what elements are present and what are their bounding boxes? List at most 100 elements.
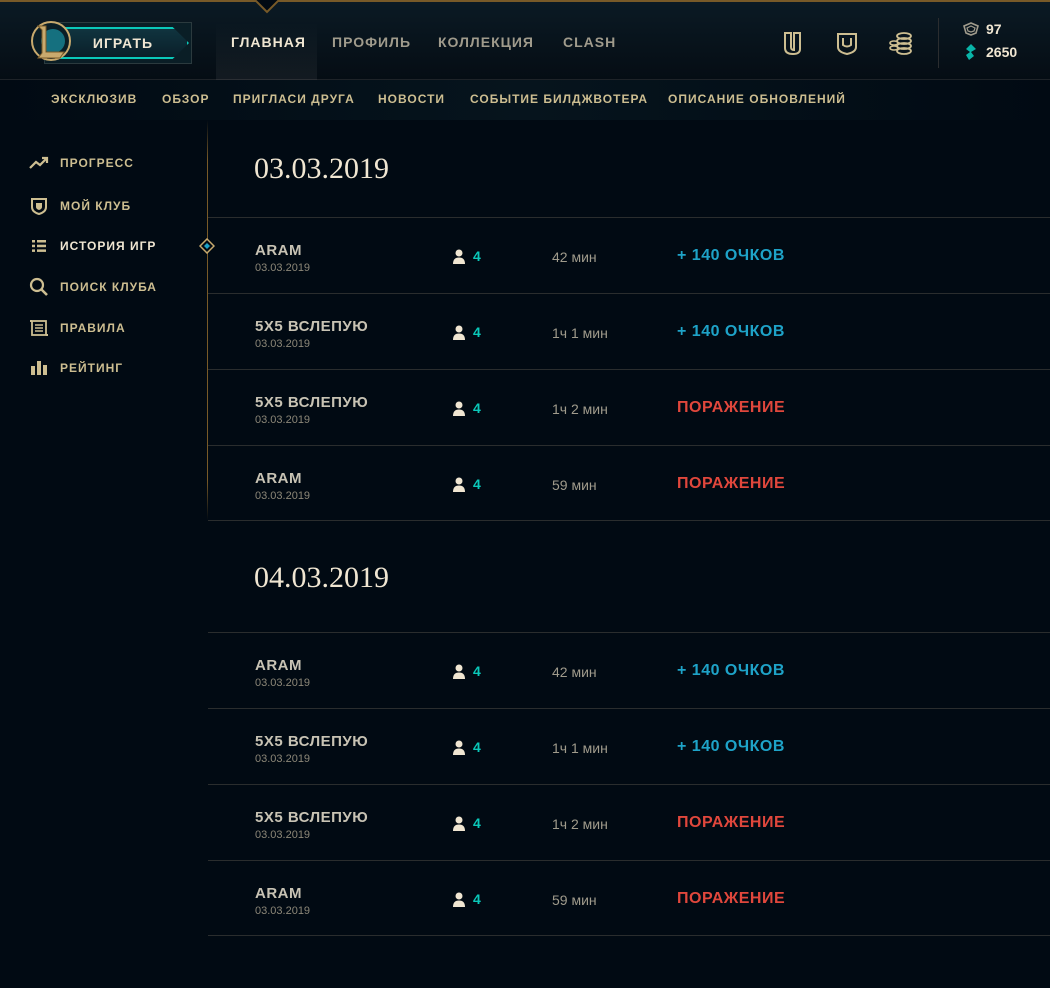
subnav-overview[interactable]: ОБЗОР <box>162 92 210 106</box>
player-icon <box>453 740 465 755</box>
tab-profile[interactable]: ПРОФИЛЬ <box>332 22 411 82</box>
orange-essence-display[interactable]: 97 <box>962 21 1002 37</box>
blue-essence-display[interactable]: 2650 <box>962 43 1017 61</box>
match-players: 4 <box>452 663 481 679</box>
tab-home[interactable]: ГЛАВНАЯ <box>216 22 317 82</box>
match-result: + 140 ОЧКОВ <box>677 738 785 755</box>
match-row[interactable]: 5X5 ВСЛЕПУЮ 03.03.2019 4 1ч 2 мин ПОРАЖЕ… <box>208 369 1050 445</box>
match-duration: 42 мин <box>552 664 597 680</box>
store-coins-icon[interactable] <box>888 30 914 56</box>
subnav-news[interactable]: НОВОСТИ <box>378 92 445 106</box>
tab-clash-label: CLASH <box>563 34 617 50</box>
match-mode: 5X5 ВСЛЕПУЮ <box>255 733 369 750</box>
sidebar-item-label: ПРОГРЕСС <box>60 156 134 170</box>
match-date: 03.03.2019 <box>255 414 311 426</box>
match-duration: 59 мин <box>552 477 597 493</box>
top-navigation-bar: ИГРАТЬ ГЛАВНАЯ ПРОФИЛЬ КОЛЛЕКЦИЯ CLASH 9… <box>0 0 1050 82</box>
match-players-count: 4 <box>473 891 481 907</box>
match-players-count: 4 <box>473 739 481 755</box>
match-players: 4 <box>452 739 481 755</box>
blue-essence-icon <box>966 44 976 60</box>
match-row[interactable]: ARAM 03.03.2019 4 59 мин ПОРАЖЕНИЕ <box>208 860 1050 936</box>
match-duration: 1ч 2 мин <box>552 401 608 417</box>
match-row[interactable]: ARAM 03.03.2019 4 42 мин + 140 ОЧКОВ <box>208 217 1050 293</box>
date-heading: 04.03.2019 <box>254 561 389 594</box>
search-icon <box>28 276 50 298</box>
player-icon <box>453 892 465 907</box>
honor-shield-icon[interactable] <box>780 30 806 56</box>
match-history-list: 03.03.2019 ARAM 03.03.2019 4 42 мин + 14… <box>208 120 1050 988</box>
match-players-count: 4 <box>473 815 481 831</box>
subnav-invite-friend[interactable]: ПРИГЛАСИ ДРУГА <box>233 92 355 106</box>
subnav-exclusive[interactable]: ЭКСКЛЮЗИВ <box>51 92 137 106</box>
top-notch-decoration <box>255 0 279 14</box>
orange-essence-value: 97 <box>986 21 1002 37</box>
match-date: 03.03.2019 <box>255 829 311 841</box>
date-heading: 03.03.2019 <box>254 152 389 185</box>
match-players: 4 <box>452 248 481 264</box>
player-icon <box>453 816 465 831</box>
match-row[interactable]: ARAM 03.03.2019 4 59 мин ПОРАЖЕНИЕ <box>208 445 1050 521</box>
match-duration: 42 мин <box>552 249 597 265</box>
player-icon <box>453 664 465 679</box>
match-duration: 1ч 1 мин <box>552 325 608 341</box>
match-mode: 5X5 ВСЛЕПУЮ <box>255 394 369 411</box>
match-mode: ARAM <box>255 885 302 902</box>
match-result: + 140 ОЧКОВ <box>677 323 785 340</box>
match-result: ПОРАЖЕНИЕ <box>677 399 786 416</box>
sidebar-item-rating[interactable]: РЕЙТИНГ <box>28 357 123 379</box>
match-players-count: 4 <box>473 663 481 679</box>
match-date: 03.03.2019 <box>255 905 311 917</box>
match-duration: 59 мин <box>552 892 597 908</box>
league-logo-icon[interactable] <box>30 20 72 62</box>
player-icon <box>453 325 465 340</box>
sidebar-item-club-search[interactable]: ПОИСК КЛУБА <box>28 276 157 298</box>
sidebar-item-label: РЕЙТИНГ <box>60 361 124 375</box>
match-mode: ARAM <box>255 242 302 259</box>
match-players-count: 4 <box>473 400 481 416</box>
play-button-label: ИГРАТЬ <box>92 35 154 51</box>
top-divider <box>938 18 939 68</box>
list-icon <box>28 235 50 257</box>
sidebar-item-match-history[interactable]: ИСТОРИЯ ИГР <box>28 235 156 257</box>
loot-chest-icon[interactable] <box>834 30 860 56</box>
tab-home-label: ГЛАВНАЯ <box>231 34 306 50</box>
match-row[interactable]: 5X5 ВСЛЕПУЮ 03.03.2019 4 1ч 1 мин + 140 … <box>208 708 1050 784</box>
match-result: + 140 ОЧКОВ <box>677 662 785 679</box>
match-players-count: 4 <box>473 324 481 340</box>
match-duration: 1ч 2 мин <box>552 816 608 832</box>
sidebar-item-label: ПРАВИЛА <box>60 321 126 335</box>
match-mode: ARAM <box>255 657 302 674</box>
tab-clash[interactable]: CLASH <box>563 22 616 82</box>
match-players: 4 <box>452 891 481 907</box>
subnav-patch-notes[interactable]: ОПИСАНИЕ ОБНОВЛЕНИЙ <box>668 92 846 106</box>
player-icon <box>453 401 465 416</box>
club-shield-icon <box>28 195 50 217</box>
match-date: 03.03.2019 <box>255 338 311 350</box>
match-date: 03.03.2019 <box>255 490 311 502</box>
sidebar-item-my-club[interactable]: МОЙ КЛУБ <box>28 195 131 217</box>
subnav-bilgewater-event[interactable]: СОБЫТИЕ БИЛДЖВОТЕРА <box>470 92 648 106</box>
match-date: 03.03.2019 <box>255 677 311 689</box>
match-players: 4 <box>452 815 481 831</box>
sidebar-item-progress[interactable]: ПРОГРЕСС <box>28 152 134 174</box>
match-result: + 140 ОЧКОВ <box>677 247 785 264</box>
orange-essence-icon <box>963 22 979 36</box>
sidebar-item-label: ПОИСК КЛУБА <box>60 280 157 294</box>
trend-up-icon <box>28 152 50 174</box>
match-players-count: 4 <box>473 476 481 492</box>
sidebar-item-label: МОЙ КЛУБ <box>60 199 132 213</box>
sidebar-item-rules[interactable]: ПРАВИЛА <box>28 317 126 339</box>
match-row[interactable]: ARAM 03.03.2019 4 42 мин + 140 ОЧКОВ <box>208 632 1050 708</box>
match-players: 4 <box>452 400 481 416</box>
rules-scroll-icon <box>28 317 50 339</box>
match-row[interactable]: 5X5 ВСЛЕПУЮ 03.03.2019 4 1ч 2 мин ПОРАЖЕ… <box>208 784 1050 860</box>
match-result: ПОРАЖЕНИЕ <box>677 814 786 831</box>
tab-collection-label: КОЛЛЕКЦИЯ <box>438 34 534 50</box>
match-players: 4 <box>452 476 481 492</box>
match-row[interactable]: 5X5 ВСЛЕПУЮ 03.03.2019 4 1ч 1 мин + 140 … <box>208 293 1050 369</box>
match-result: ПОРАЖЕНИЕ <box>677 475 786 492</box>
match-mode: ARAM <box>255 470 302 487</box>
tab-collection[interactable]: КОЛЛЕКЦИЯ <box>438 22 534 82</box>
sub-navigation: ЭКСКЛЮЗИВ ОБЗОР ПРИГЛАСИ ДРУГА НОВОСТИ С… <box>0 80 1050 120</box>
